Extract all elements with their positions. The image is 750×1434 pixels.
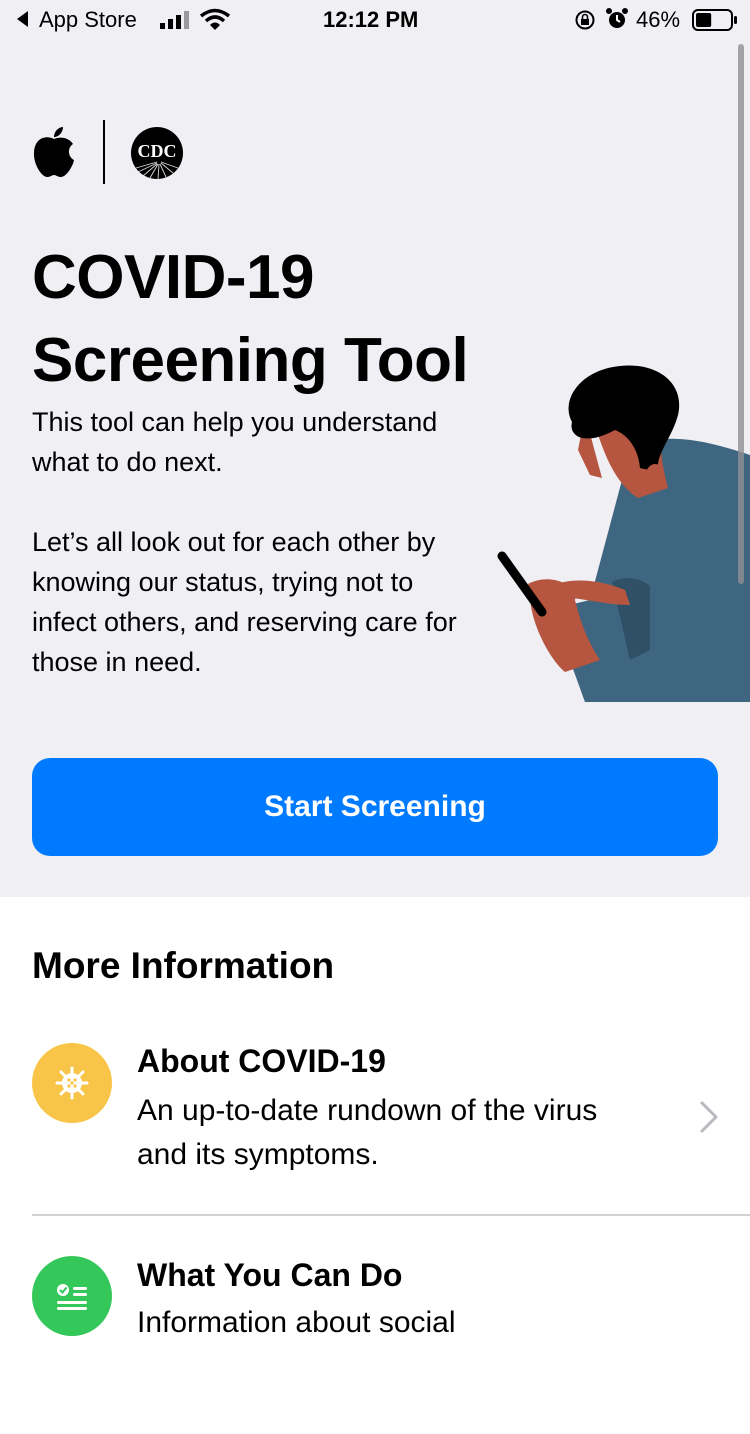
logo-divider xyxy=(103,120,105,184)
hero-section: CDC COVID-19 Screening Tool This tool ca… xyxy=(0,40,750,897)
chevron-right-icon xyxy=(698,1100,720,1139)
cdc-logo: CDC xyxy=(130,126,184,185)
more-information-heading: More Information xyxy=(32,945,335,986)
list-item-about-covid[interactable]: About COVID-19 An up-to-date rundown of … xyxy=(0,1040,750,1220)
cellular-signal-icon xyxy=(160,10,194,36)
battery-icon xyxy=(692,9,738,37)
title-line-2: Screening Tool xyxy=(32,326,469,395)
what-you-can-do-description: Information about social xyxy=(137,1306,456,1339)
about-covid-icon-circle xyxy=(32,1043,112,1123)
status-time: 12:12 PM xyxy=(323,7,419,32)
page-title: COVID-19 Screening Tool xyxy=(32,236,552,402)
battery-percentage: 46% xyxy=(636,7,681,32)
what-you-can-do-title: What You Can Do xyxy=(137,1257,403,1293)
orientation-lock-icon xyxy=(574,9,596,37)
list-separator xyxy=(32,1214,750,1216)
title-line-1: COVID-19 xyxy=(32,243,314,312)
cdc-logo-text: CDC xyxy=(138,141,177,161)
back-arrow-icon[interactable] xyxy=(14,9,32,35)
alarm-icon xyxy=(605,7,629,37)
apple-logo-icon xyxy=(32,126,76,183)
about-covid-description: An up-to-date rundown of the virus and i… xyxy=(137,1094,598,1171)
start-screening-button[interactable]: Start Screening xyxy=(32,758,718,856)
list-item-what-you-can-do[interactable]: What You Can Do Information about social xyxy=(0,1254,750,1434)
intro-text: This tool can help you understand what t… xyxy=(32,407,438,477)
mission-text: Let’s all look out for each other by kno… xyxy=(32,527,457,677)
virus-icon xyxy=(55,1066,89,1100)
back-to-app-link[interactable]: App Store xyxy=(39,7,137,33)
wifi-icon xyxy=(199,8,231,38)
person-with-phone-illustration xyxy=(497,365,750,702)
about-covid-title: About COVID-19 xyxy=(137,1043,386,1079)
checklist-icon xyxy=(57,1284,87,1310)
scroll-indicator[interactable] xyxy=(738,44,744,584)
what-you-can-do-icon-circle xyxy=(32,1256,112,1336)
status-bar: App Store 12:12 PM 46% xyxy=(0,0,750,40)
